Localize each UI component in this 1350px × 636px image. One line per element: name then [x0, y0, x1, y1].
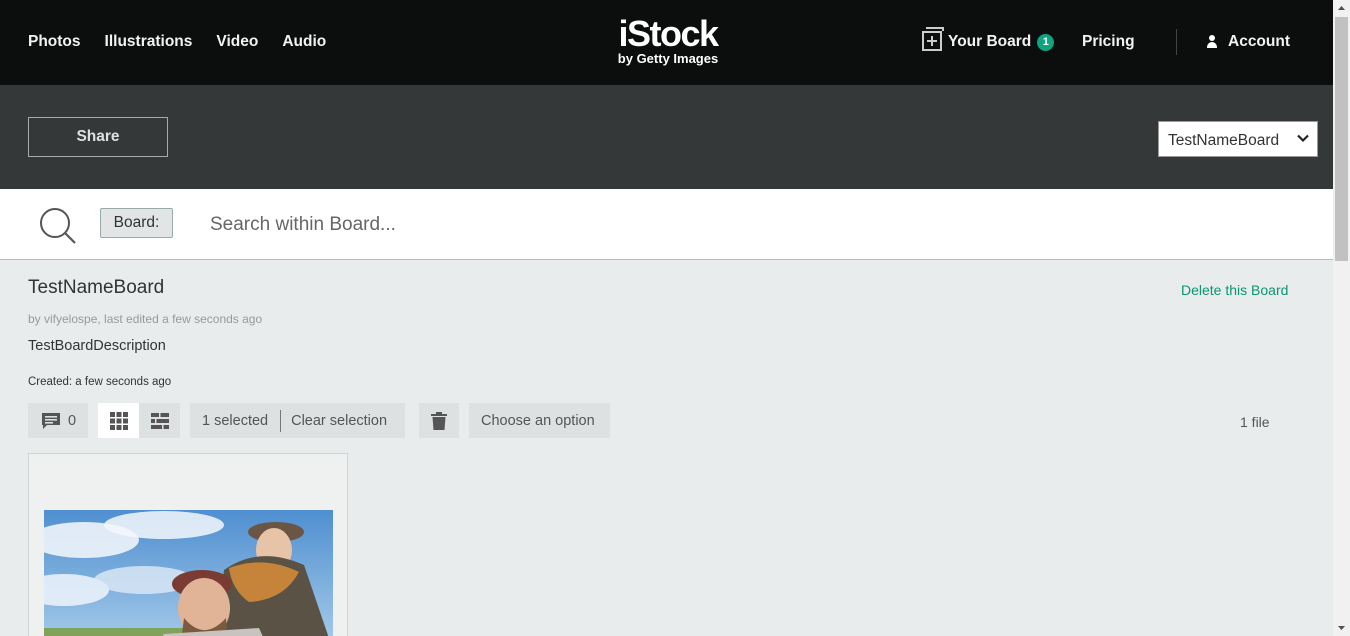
top-nav: Photos Illustrations Video Audio iStock … — [0, 0, 1333, 85]
view-toggle — [98, 403, 180, 438]
share-button[interactable]: Share — [28, 117, 168, 157]
delete-selected-button[interactable] — [419, 403, 459, 438]
selection-divider — [280, 409, 282, 432]
search-input[interactable] — [200, 207, 1300, 243]
comments-button[interactable]: 0 — [28, 403, 88, 438]
mosaic-view-icon — [150, 412, 169, 429]
board-description: TestBoardDescription — [28, 338, 166, 354]
your-board-label: Your Board — [948, 33, 1032, 50]
board-header-bar: Share TestNameBoard — [0, 85, 1333, 189]
account-menu[interactable]: Account — [1206, 33, 1290, 51]
account-label: Account — [1228, 33, 1290, 50]
page: Photos Illustrations Video Audio iStock … — [0, 0, 1333, 636]
delete-board-link[interactable]: Delete this Board — [1181, 282, 1288, 298]
asset-thumbnail[interactable] — [44, 510, 333, 636]
istock-logo[interactable]: iStock by Getty Images — [612, 16, 724, 68]
user-icon — [1206, 35, 1218, 49]
board-title: TestNameBoard — [28, 277, 165, 298]
board-count-badge: 1 — [1037, 33, 1055, 51]
grid-view-button[interactable] — [98, 403, 139, 438]
file-count: 1 file — [1240, 414, 1270, 430]
scroll-up-arrow-icon[interactable] — [1333, 0, 1350, 17]
trash-icon — [431, 411, 447, 430]
search-icon[interactable] — [38, 206, 78, 251]
nav-link-photos[interactable]: Photos — [28, 33, 81, 51]
board-search-bar: Board: — [0, 189, 1333, 260]
selected-count: 1 selected — [202, 412, 269, 429]
board-meta: by vifyelospe, last edited a few seconds… — [28, 312, 263, 326]
scrollbar-thumb[interactable] — [1335, 17, 1348, 261]
pricing-link[interactable]: Pricing — [1082, 33, 1135, 51]
nav-link-audio[interactable]: Audio — [282, 33, 326, 51]
media-type-nav: Photos Illustrations Video Audio — [28, 33, 326, 51]
board-select[interactable]: TestNameBoard — [1158, 121, 1318, 157]
mosaic-view-button[interactable] — [139, 403, 180, 438]
grid-view-icon — [109, 411, 128, 430]
nav-link-illustrations[interactable]: Illustrations — [105, 33, 193, 51]
add-to-board-icon — [922, 27, 944, 51]
page-scrollbar[interactable] — [1333, 0, 1350, 636]
clear-selection-button[interactable]: Clear selection — [291, 413, 387, 429]
board-select-value: TestNameBoard — [1168, 132, 1280, 149]
asset-card[interactable] — [28, 453, 348, 636]
choose-option-dropdown[interactable]: Choose an option — [469, 403, 610, 438]
comment-count: 0 — [68, 412, 77, 429]
your-board-link[interactable]: Your Board 1 — [922, 27, 1055, 51]
search-scope-tag: Board: — [100, 208, 173, 238]
board-created: Created: a few seconds ago — [28, 376, 172, 388]
logo-wordmark: iStock — [618, 13, 719, 54]
chevron-down-icon — [1295, 130, 1311, 146]
logo-tagline: by Getty Images — [617, 51, 719, 66]
scroll-down-arrow-icon[interactable] — [1333, 619, 1350, 636]
comment-icon — [42, 412, 60, 429]
selection-controls: 1 selected Clear selection — [190, 403, 405, 438]
nav-link-video[interactable]: Video — [216, 33, 258, 51]
nav-divider — [1176, 29, 1177, 55]
